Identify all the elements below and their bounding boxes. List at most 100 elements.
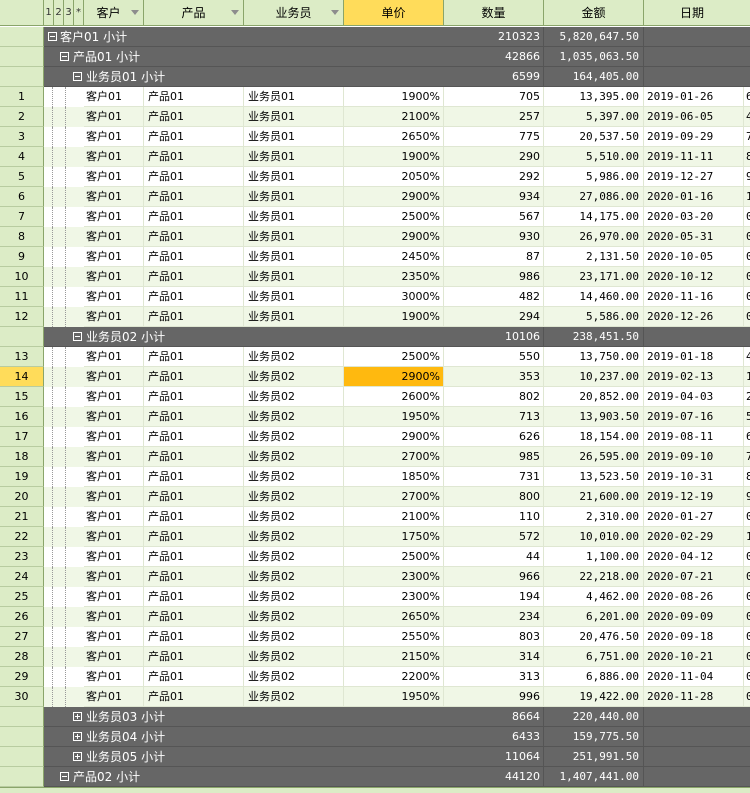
table-row[interactable]: 14 客户01 产品01 业务员02 2900% 353 10,237.00 2019-02-… <box>0 367 750 387</box>
table-row[interactable]: 17 客户01 产品01 业务员02 2900% 626 18,154.00 2019-08-… <box>0 427 750 447</box>
tree-indent-cell[interactable] <box>44 687 84 707</box>
cell-customer[interactable]: 客户01 <box>84 127 144 147</box>
row-number[interactable]: 11 <box>0 287 44 307</box>
cell-overflow[interactable]: 2 <box>744 387 750 407</box>
cell-overflow[interactable]: 6 <box>744 87 750 107</box>
row-number[interactable]: 8 <box>0 227 44 247</box>
cell-salesperson[interactable]: 业务员01 <box>244 147 344 167</box>
table-row[interactable]: 6 客户01 产品01 业务员01 2900% 934 27,086.00 2020-01-1… <box>0 187 750 207</box>
cell-salesperson[interactable]: 业务员02 <box>244 627 344 647</box>
cell-overflow[interactable]: 0 <box>744 287 750 307</box>
cell-unit-price[interactable]: 1900% <box>344 87 444 107</box>
cell-salesperson[interactable]: 业务员02 <box>244 607 344 627</box>
cell-quantity[interactable]: 550 <box>444 347 544 367</box>
cell-salesperson[interactable]: 业务员02 <box>244 407 344 427</box>
cell-amount[interactable]: 5,397.00 <box>544 107 644 127</box>
tree-indent-cell[interactable] <box>44 287 84 307</box>
cell-date[interactable]: 2019-09-29 <box>644 127 744 147</box>
row-header[interactable] <box>0 327 44 347</box>
cell-customer[interactable]: 客户01 <box>84 447 144 467</box>
cell-product[interactable]: 产品01 <box>144 547 244 567</box>
row-number[interactable]: 20 <box>0 487 44 507</box>
cell-quantity[interactable]: 996 <box>444 687 544 707</box>
cell-customer[interactable]: 客户01 <box>84 667 144 687</box>
row-number[interactable]: 2 <box>0 107 44 127</box>
cell-amount[interactable]: 18,154.00 <box>544 427 644 447</box>
cell-date[interactable]: 2020-08-26 <box>644 587 744 607</box>
expand-icon[interactable] <box>73 732 82 741</box>
tree-indent-cell[interactable] <box>44 427 84 447</box>
table-row[interactable]: 27 客户01 产品01 业务员02 2550% 803 20,476.50 2020-09-… <box>0 627 750 647</box>
cell-customer[interactable]: 客户01 <box>84 227 144 247</box>
table-row[interactable]: 13 客户01 产品01 业务员02 2500% 550 13,750.00 2019-01-… <box>0 347 750 367</box>
cell-quantity[interactable]: 731 <box>444 467 544 487</box>
cell-overflow[interactable]: 0 <box>744 247 750 267</box>
group-row-rep01[interactable]: 业务员01 小计 6599 164,405.00 <box>0 67 750 87</box>
cell-salesperson[interactable]: 业务员02 <box>244 367 344 387</box>
cell-quantity[interactable]: 966 <box>444 567 544 587</box>
row-number[interactable]: 4 <box>0 147 44 167</box>
cell-amount[interactable]: 5,986.00 <box>544 167 644 187</box>
cell-unit-price[interactable]: 2450% <box>344 247 444 267</box>
row-header[interactable] <box>0 47 44 67</box>
cell-product[interactable]: 产品01 <box>144 467 244 487</box>
table-row[interactable]: 16 客户01 产品01 业务员02 1950% 713 13,903.50 2019-07-… <box>0 407 750 427</box>
cell-product[interactable]: 产品01 <box>144 487 244 507</box>
cell-product[interactable]: 产品01 <box>144 427 244 447</box>
cell-salesperson[interactable]: 业务员02 <box>244 687 344 707</box>
cell-overflow[interactable]: 0 <box>744 207 750 227</box>
cell-amount[interactable]: 2,310.00 <box>544 507 644 527</box>
cell-overflow[interactable]: 1 <box>744 367 750 387</box>
cell-quantity[interactable]: 705 <box>444 87 544 107</box>
outline-level-all-button[interactable]: * <box>74 0 84 26</box>
cell-customer[interactable]: 客户01 <box>84 607 144 627</box>
row-number[interactable]: 24 <box>0 567 44 587</box>
cell-salesperson[interactable]: 业务员02 <box>244 387 344 407</box>
cell-salesperson[interactable]: 业务员01 <box>244 107 344 127</box>
cell-date[interactable]: 2019-01-18 <box>644 347 744 367</box>
cell-salesperson[interactable]: 业务员02 <box>244 667 344 687</box>
tree-indent-cell[interactable] <box>44 107 84 127</box>
expand-icon[interactable] <box>73 752 82 761</box>
row-number[interactable]: 9 <box>0 247 44 267</box>
cell-overflow[interactable]: 0 <box>744 567 750 587</box>
cell-amount[interactable]: 13,903.50 <box>544 407 644 427</box>
cell-overflow[interactable]: 0 <box>744 687 750 707</box>
cell-customer[interactable]: 客户01 <box>84 87 144 107</box>
cell-customer[interactable]: 客户01 <box>84 367 144 387</box>
cell-unit-price[interactable]: 2900% <box>344 427 444 447</box>
group-row-rep04[interactable]: 业务员04 小计 6433 159,775.50 <box>0 727 750 747</box>
cell-customer[interactable]: 客户01 <box>84 187 144 207</box>
cell-product[interactable]: 产品01 <box>144 367 244 387</box>
cell-unit-price[interactable]: 3000% <box>344 287 444 307</box>
cell-salesperson[interactable]: 业务员02 <box>244 467 344 487</box>
cell-date[interactable]: 2020-07-21 <box>644 567 744 587</box>
cell-overflow[interactable]: 0 <box>744 547 750 567</box>
cell-unit-price[interactable]: 2500% <box>344 547 444 567</box>
cell-amount[interactable]: 5,510.00 <box>544 147 644 167</box>
cell-overflow[interactable]: 1 <box>744 527 750 547</box>
row-header[interactable] <box>0 67 44 87</box>
collapse-icon[interactable] <box>73 332 82 341</box>
table-row[interactable]: 1 客户01 产品01 业务员01 1900% 705 13,395.00 2019-01-2… <box>0 87 750 107</box>
cell-amount[interactable]: 2,131.50 <box>544 247 644 267</box>
cell-date[interactable]: 2020-01-16 <box>644 187 744 207</box>
cell-customer[interactable]: 客户01 <box>84 347 144 367</box>
cell-unit-price[interactable]: 2300% <box>344 567 444 587</box>
cell-overflow[interactable]: 9 <box>744 487 750 507</box>
cell-amount[interactable]: 26,970.00 <box>544 227 644 247</box>
cell-amount[interactable]: 27,086.00 <box>544 187 644 207</box>
cell-quantity[interactable]: 986 <box>444 267 544 287</box>
cell-amount[interactable]: 19,422.00 <box>544 687 644 707</box>
cell-product[interactable]: 产品01 <box>144 667 244 687</box>
cell-quantity[interactable]: 292 <box>444 167 544 187</box>
table-row[interactable]: 24 客户01 产品01 业务员02 2300% 966 22,218.00 2020-07-… <box>0 567 750 587</box>
row-header[interactable] <box>0 27 44 47</box>
tree-indent-cell[interactable] <box>44 647 84 667</box>
corner-cell[interactable] <box>0 0 44 26</box>
cell-customer[interactable]: 客户01 <box>84 527 144 547</box>
cell-product[interactable]: 产品01 <box>144 127 244 147</box>
column-header-unit-price[interactable]: 单价 <box>344 0 444 26</box>
cell-quantity[interactable]: 930 <box>444 227 544 247</box>
cell-unit-price[interactable]: 2700% <box>344 487 444 507</box>
